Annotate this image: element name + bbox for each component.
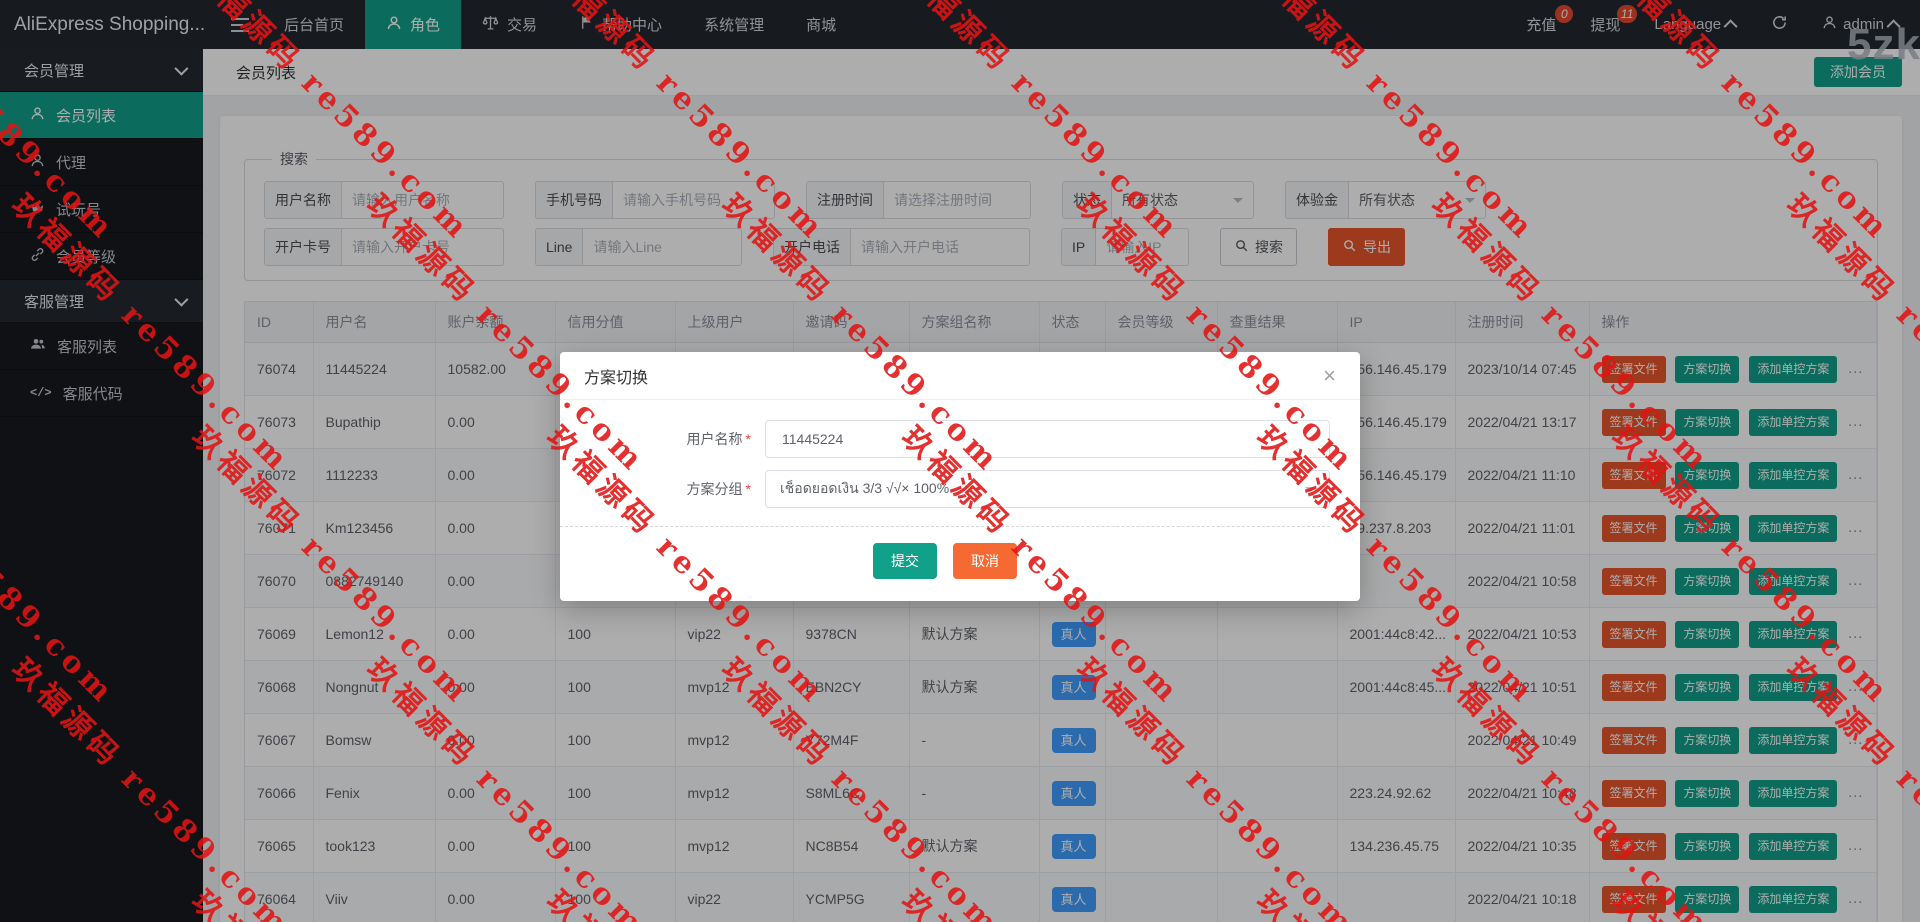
required-asterisk: * <box>745 481 751 497</box>
modal-plan-select[interactable]: เช็อดยอดเงิน 3/3 √√× 100% <box>765 470 1330 508</box>
modal-header: 方案切换 × <box>560 352 1360 400</box>
modal-title: 方案切换 <box>584 369 649 387</box>
app-root: AliExpress Shopping... 后台首页 角色 交易 帮助中心 系… <box>0 0 1920 922</box>
close-icon[interactable]: × <box>1323 364 1336 387</box>
modal-username-input[interactable] <box>780 430 1315 448</box>
modal-username-row: 用户名称 * <box>560 420 1330 458</box>
submit-button[interactable]: 提交 <box>873 543 937 579</box>
modal-plan-group-row: 方案分组 * เช็อดยอดเงิน 3/3 √√× 100% <box>560 470 1330 508</box>
modal-footer: 提交 取消 <box>560 526 1330 601</box>
plan-switch-modal: 方案切换 × 用户名称* 方案分组* เช็อดยอดเงิน 3/3 √√× … <box>560 352 1360 601</box>
cancel-button[interactable]: 取消 <box>953 543 1017 579</box>
modal-body: 用户名称* 方案分组* เช็อดยอดเงิน 3/3 √√× 100% 提交… <box>560 400 1360 601</box>
caret-down-icon <box>1305 486 1315 497</box>
required-asterisk: * <box>745 431 751 447</box>
